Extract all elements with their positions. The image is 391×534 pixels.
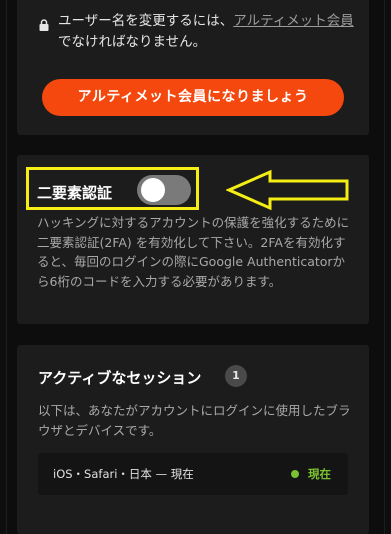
username-notice: ユーザー名を変更するには、アルティメット会員でなければなりません。	[58, 11, 358, 53]
sessions-card: アクティブなセッション 1 以下は、あなたがアカウントにログインに使用したブラウ…	[17, 345, 369, 534]
status-dot-icon	[291, 470, 299, 478]
two-factor-toggle[interactable]	[137, 175, 191, 205]
settings-page: ユーザー名を変更するには、アルティメット会員でなければなりません。 アルティメッ…	[0, 0, 391, 534]
username-notice-text-end: でなければなりません。	[58, 34, 207, 50]
lock-icon	[39, 19, 49, 31]
two-factor-description: ハッキングに対するアカウントの保護を強化するために二要素認証(2FA) を有効化…	[37, 215, 350, 289]
session-info: iOS・Safari・日本 — 現在	[53, 467, 194, 481]
session-count-badge: 1	[225, 365, 247, 387]
toggle-knob	[141, 178, 165, 202]
sessions-description: 以下は、あなたがアカウントにログインに使用したブラウザとデバイスです。	[38, 403, 351, 438]
username-notice-text: ユーザー名を変更するには、	[58, 13, 234, 29]
sessions-title: アクティブなセッション	[38, 369, 202, 387]
session-status: 現在	[308, 467, 331, 481]
upgrade-membership-button[interactable]: アルティメット会員になりましょう	[42, 79, 344, 116]
two-factor-title: 二要素認証	[37, 184, 113, 202]
membership-link[interactable]: アルティメット会員	[233, 13, 354, 29]
session-row: iOS・Safari・日本 — 現在 現在	[38, 453, 348, 495]
username-card: ユーザー名を変更するには、アルティメット会員でなければなりません。 アルティメッ…	[17, 0, 369, 135]
arrow-left-icon	[226, 169, 349, 211]
two-factor-card: 二要素認証 ハッキングに対するアカウントの保護を強化するために二要素認証(2FA…	[17, 155, 369, 324]
